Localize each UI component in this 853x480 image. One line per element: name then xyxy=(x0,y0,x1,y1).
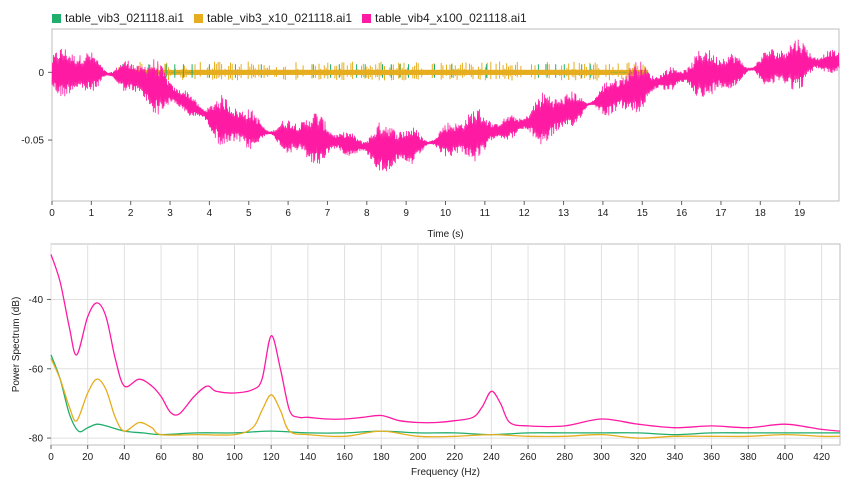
x-tick-label: 12 xyxy=(519,208,531,219)
x-tick-label: 300 xyxy=(593,452,610,463)
x-tick-label: 20 xyxy=(82,452,94,463)
x-tick-label: 420 xyxy=(813,452,830,463)
x-tick-label: 0 xyxy=(49,208,55,219)
y-tick-label: -0.05 xyxy=(21,136,44,147)
x-tick-label: 17 xyxy=(715,208,727,219)
x-tick-label: 14 xyxy=(597,208,609,219)
x-tick-label: 19 xyxy=(794,208,806,219)
x-tick-label: 3 xyxy=(167,208,173,219)
x-tick-label: 40 xyxy=(119,452,131,463)
x-axis-title: Time (s) xyxy=(427,229,463,240)
x-tick-label: 200 xyxy=(410,452,427,463)
x-tick-label: 260 xyxy=(520,452,537,463)
time-plot-area xyxy=(51,28,840,202)
x-tick-label: 13 xyxy=(558,208,570,219)
x-tick-label: 1 xyxy=(89,208,95,219)
y-tick-label: 0 xyxy=(38,68,44,79)
x-tick-label: 120 xyxy=(263,452,280,463)
x-tick-label: 16 xyxy=(676,208,688,219)
power-spectrum-chart: 0 20 40 60 80 100 120 140 160 180 200 220 240 260 280 3… xyxy=(11,243,841,478)
x-tick-label: 360 xyxy=(703,452,720,463)
x-tick-label: 11 xyxy=(480,208,491,219)
x-tick-label: 2 xyxy=(128,208,134,219)
x-tick-label: 18 xyxy=(755,208,767,219)
x-tick-label: 140 xyxy=(300,452,317,463)
x-tick-label: 100 xyxy=(226,452,243,463)
x-tick-label: 220 xyxy=(446,452,463,463)
x-tick-label: 180 xyxy=(373,452,390,463)
x-tick-label: 280 xyxy=(556,452,573,463)
y-axis-title: Power Spectrum (dB) xyxy=(11,297,22,393)
y-tick-label: -80 xyxy=(29,434,44,445)
x-tick-label: 80 xyxy=(192,452,204,463)
x-tick-label: 10 xyxy=(440,208,452,219)
x-tick-label: 60 xyxy=(156,452,168,463)
x-tick-label: 340 xyxy=(667,452,684,463)
x-tick-label: 15 xyxy=(637,208,649,219)
x-tick-label: 8 xyxy=(364,208,370,219)
x-tick-label: 9 xyxy=(403,208,409,219)
x-tick-label: 7 xyxy=(325,208,331,219)
x-tick-label: 400 xyxy=(777,452,794,463)
x-axis-title: Frequency (Hz) xyxy=(411,467,480,478)
time-domain-chart: 0 1 2 3 4 5 6 7 8 9 10 11 12 13 14 15 16 17 18 190-0.05Time… xyxy=(21,28,840,240)
x-tick-label: 5 xyxy=(246,208,252,219)
spectrum-plot-area xyxy=(50,243,841,446)
x-tick-label: 160 xyxy=(336,452,353,463)
x-tick-label: 320 xyxy=(630,452,647,463)
x-tick-label: 4 xyxy=(207,208,213,219)
y-tick-label: -40 xyxy=(29,295,44,306)
x-tick-label: 240 xyxy=(483,452,500,463)
y-tick-label: -60 xyxy=(29,364,44,375)
x-tick-label: 0 xyxy=(48,452,54,463)
x-tick-label: 6 xyxy=(285,208,291,219)
x-tick-label: 380 xyxy=(740,452,757,463)
